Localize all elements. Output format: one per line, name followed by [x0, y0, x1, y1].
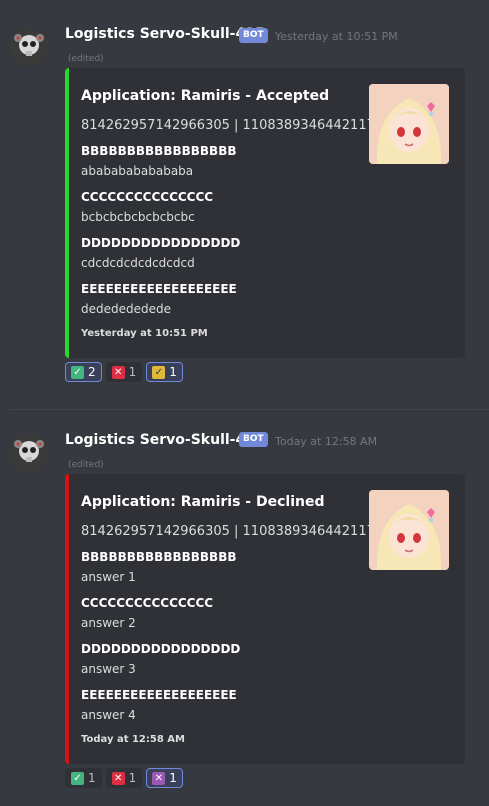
anime-girl-thumbnail-icon	[369, 84, 449, 164]
bot-avatar[interactable]	[9, 433, 49, 473]
reactions-bar: ✓ 1 ✕ 1 ✕ 1	[65, 768, 183, 788]
embed-footer-timestamp: Yesterday at 10:51 PM	[81, 328, 208, 339]
bot-avatar[interactable]	[9, 27, 49, 67]
field-name: CCCCCCCCCCCCCCC	[81, 190, 214, 204]
username[interactable]: Logistics Servo-Skull-425	[65, 26, 265, 42]
field-name: BBBBBBBBBBBBBBBBB	[81, 550, 237, 564]
message-timestamp[interactable]: Yesterday at 10:51 PM	[275, 30, 398, 43]
reaction-count: 1	[88, 771, 96, 785]
cross-mark-icon: ✕	[111, 771, 125, 785]
reaction-count: 1	[128, 365, 137, 379]
field-name: EEEEEEEEEEEEEEEEEEE	[81, 688, 237, 702]
reaction-check[interactable]: ✓ 1	[65, 768, 102, 788]
field-name: CCCCCCCCCCCCCCC	[81, 596, 214, 610]
field-value: dededededede	[81, 302, 171, 316]
embed-thumbnail[interactable]	[369, 84, 449, 164]
cross-mark-icon: ✕	[111, 365, 125, 379]
field-value: answer 3	[81, 662, 136, 676]
ballot-box-check-icon: ✓	[152, 365, 166, 379]
application-embed: Application: Ramiris - Declined 81426295…	[65, 474, 465, 764]
bot-tag: BOT	[239, 432, 268, 447]
message-timestamp[interactable]: Today at 12:58 AM	[275, 435, 377, 448]
field-name: DDDDDDDDDDDDDDDD	[81, 642, 241, 656]
application-embed: Application: Ramiris - Accepted 81426295…	[65, 68, 465, 358]
field-value: answer 2	[81, 616, 136, 630]
edited-label: (edited)	[68, 460, 104, 470]
reaction-cross[interactable]: ✕ 1	[105, 768, 143, 788]
check-mark-icon: ✓	[71, 771, 84, 785]
field-value: answer 4	[81, 708, 136, 722]
embed-footer-timestamp: Today at 12:58 AM	[81, 734, 185, 745]
reaction-count: 1	[169, 771, 177, 785]
username[interactable]: Logistics Servo-Skull-425	[65, 432, 265, 448]
embed-title: Application: Ramiris - Accepted	[81, 88, 330, 104]
reaction-multiplication-x[interactable]: ✕ 1	[146, 768, 183, 788]
skull-avatar-icon	[9, 27, 49, 67]
reaction-ballot[interactable]: ✓ 1	[146, 362, 183, 382]
field-value: cdcdcdcdcdcdcdcd	[81, 256, 195, 270]
reactions-bar: ✓ 2 ✕ 1 ✓ 1	[65, 362, 183, 382]
edited-label: (edited)	[68, 54, 104, 64]
field-name: DDDDDDDDDDDDDDDD	[81, 236, 241, 250]
skull-avatar-icon	[9, 433, 49, 473]
reaction-count: 1	[169, 365, 177, 379]
embed-ids: 814262957142966305 | 1108389346442117​12	[81, 118, 392, 133]
embed-title: Application: Ramiris - Declined	[81, 494, 325, 510]
embed-ids: 814262957142966305 | 110838934644211712	[81, 524, 392, 539]
field-value: abababababababa	[81, 164, 194, 178]
bot-tag: BOT	[239, 28, 268, 43]
field-value: bcbcbcbcbcbcbcbc	[81, 210, 195, 224]
message-divider	[9, 409, 489, 410]
reaction-cross[interactable]: ✕ 1	[105, 362, 143, 382]
reaction-count: 2	[88, 365, 96, 379]
anime-girl-thumbnail-icon	[369, 490, 449, 570]
heavy-multiplication-x-icon: ✕	[152, 771, 166, 785]
reaction-check[interactable]: ✓ 2	[65, 362, 102, 382]
reaction-count: 1	[128, 771, 137, 785]
field-name: BBBBBBBBBBBBBBBBB	[81, 144, 237, 158]
check-mark-icon: ✓	[71, 365, 84, 379]
field-value: answer 1	[81, 570, 136, 584]
embed-thumbnail[interactable]	[369, 490, 449, 570]
field-name: EEEEEEEEEEEEEEEEEEE	[81, 282, 237, 296]
